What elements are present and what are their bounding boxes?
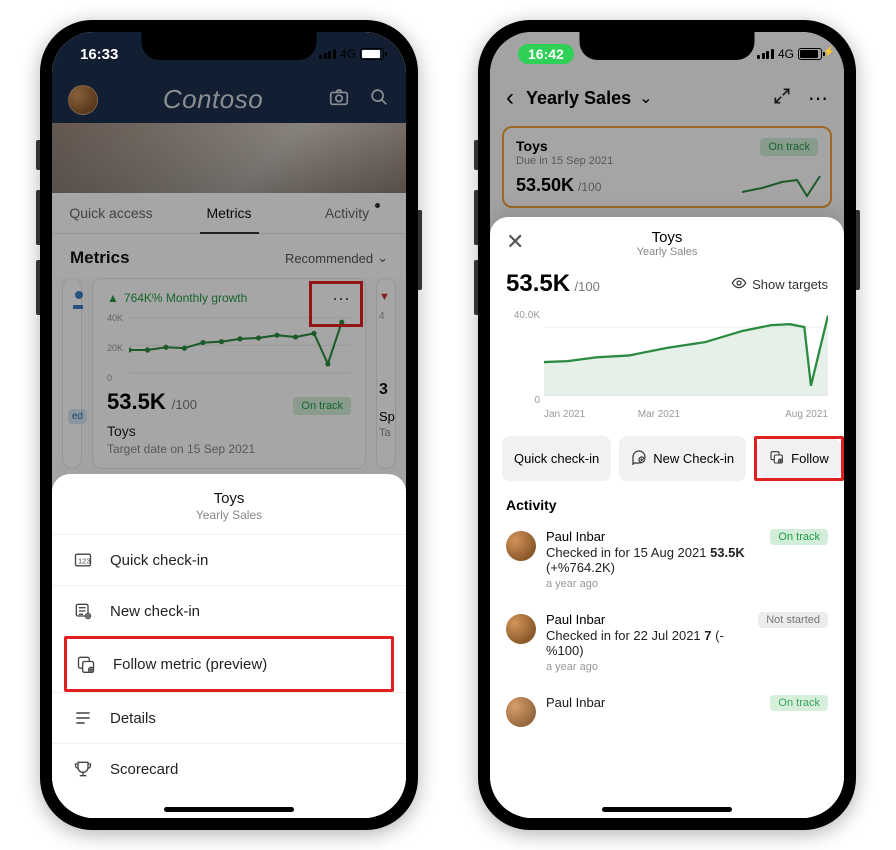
highlight-follow: Follow — [754, 436, 844, 481]
avatar — [506, 614, 536, 644]
activity-user: Paul Inbar — [546, 612, 748, 627]
status-right: 4G ⚡ — [757, 47, 822, 61]
avatar — [506, 697, 536, 727]
status-badge: On track — [770, 529, 828, 545]
new-checkin-icon — [631, 449, 647, 468]
avatar — [506, 531, 536, 561]
show-targets-button[interactable]: Show targets — [731, 275, 828, 294]
quick-checkin-button[interactable]: Quick check-in — [502, 436, 611, 481]
status-badge: On track — [770, 695, 828, 711]
scorecard-icon — [72, 758, 94, 780]
activity-heading: Activity — [490, 493, 844, 521]
phone-right: 16:42 4G ⚡ ‹ Yearly Sales ⌄ ⋯ — [478, 20, 856, 830]
new-checkin-button[interactable]: New Check-in — [619, 436, 746, 481]
network-label: 4G — [340, 47, 356, 61]
status-badge: Not started — [758, 612, 828, 628]
menu-new-checkin[interactable]: New check-in — [52, 585, 406, 636]
activity-item[interactable]: Paul Inbar Checked in for 22 Jul 2021 7 … — [502, 604, 832, 687]
status-time: 16:42 — [518, 44, 574, 64]
activity-item[interactable]: Paul Inbar Checked in for 15 Aug 2021 53… — [502, 521, 832, 604]
status-time: 16:33 — [80, 46, 118, 63]
menu-quick-checkin[interactable]: 123 Quick check-in — [52, 534, 406, 585]
detail-value: 53.5K — [506, 270, 570, 297]
notch — [580, 32, 755, 60]
notch — [142, 32, 317, 60]
detail-target: /100 — [575, 279, 600, 294]
details-icon — [72, 707, 94, 729]
detail-title: Toys — [506, 229, 828, 246]
new-checkin-icon — [72, 600, 94, 622]
svg-text:123: 123 — [78, 556, 91, 565]
menu-scorecard[interactable]: Scorecard — [52, 743, 406, 794]
activity-user: Paul Inbar — [546, 695, 760, 710]
battery-icon: ⚡ — [798, 48, 822, 60]
metric-detail-sheet: ✕ Toys Yearly Sales 53.5K /100 Show targ… — [490, 217, 844, 818]
sheet-title: Toys — [52, 490, 406, 507]
menu-details[interactable]: Details — [52, 692, 406, 743]
sheet-subtitle: Yearly Sales — [52, 508, 406, 522]
charging-icon: ⚡ — [823, 47, 835, 58]
activity-text: Checked in for 22 Jul 2021 7 (-%100) — [546, 628, 748, 658]
signal-icon — [319, 49, 336, 59]
modal-overlay[interactable] — [52, 32, 406, 518]
menu-follow-metric[interactable]: Follow metric (preview) — [67, 639, 391, 689]
status-right: 4G — [319, 47, 384, 61]
home-indicator[interactable] — [602, 807, 732, 812]
eye-icon — [731, 275, 747, 294]
battery-icon — [360, 48, 384, 60]
metric-actions-sheet: Toys Yearly Sales 123 Quick check-in New… — [52, 474, 406, 818]
quick-checkin-icon: 123 — [72, 549, 94, 571]
activity-time: a year ago — [546, 578, 760, 590]
screen-left: 16:33 4G Contoso — [52, 32, 406, 818]
action-buttons-row: Quick check-in New Check-in Follow — [490, 424, 844, 493]
activity-item[interactable]: Paul Inbar On track — [502, 687, 832, 741]
detail-subtitle: Yearly Sales — [506, 246, 828, 258]
follow-icon — [769, 449, 785, 468]
phone-left: 16:33 4G Contoso — [40, 20, 418, 830]
network-label: 4G — [778, 47, 794, 61]
signal-icon — [757, 49, 774, 59]
follow-icon — [75, 653, 97, 675]
activity-user: Paul Inbar — [546, 529, 760, 544]
activity-time: a year ago — [546, 661, 748, 673]
follow-button[interactable]: Follow — [757, 439, 841, 478]
detail-chart: 40.0K 0 Jan 2021 Mar 2021 Aug 2021 — [490, 304, 844, 424]
screen-right: 16:42 4G ⚡ ‹ Yearly Sales ⌄ ⋯ — [490, 32, 844, 818]
activity-list: Paul Inbar Checked in for 15 Aug 2021 53… — [490, 521, 844, 741]
home-indicator[interactable] — [164, 807, 294, 812]
highlight-follow: Follow metric (preview) — [64, 636, 394, 692]
activity-text: Checked in for 15 Aug 2021 53.5K (+%764.… — [546, 545, 760, 575]
